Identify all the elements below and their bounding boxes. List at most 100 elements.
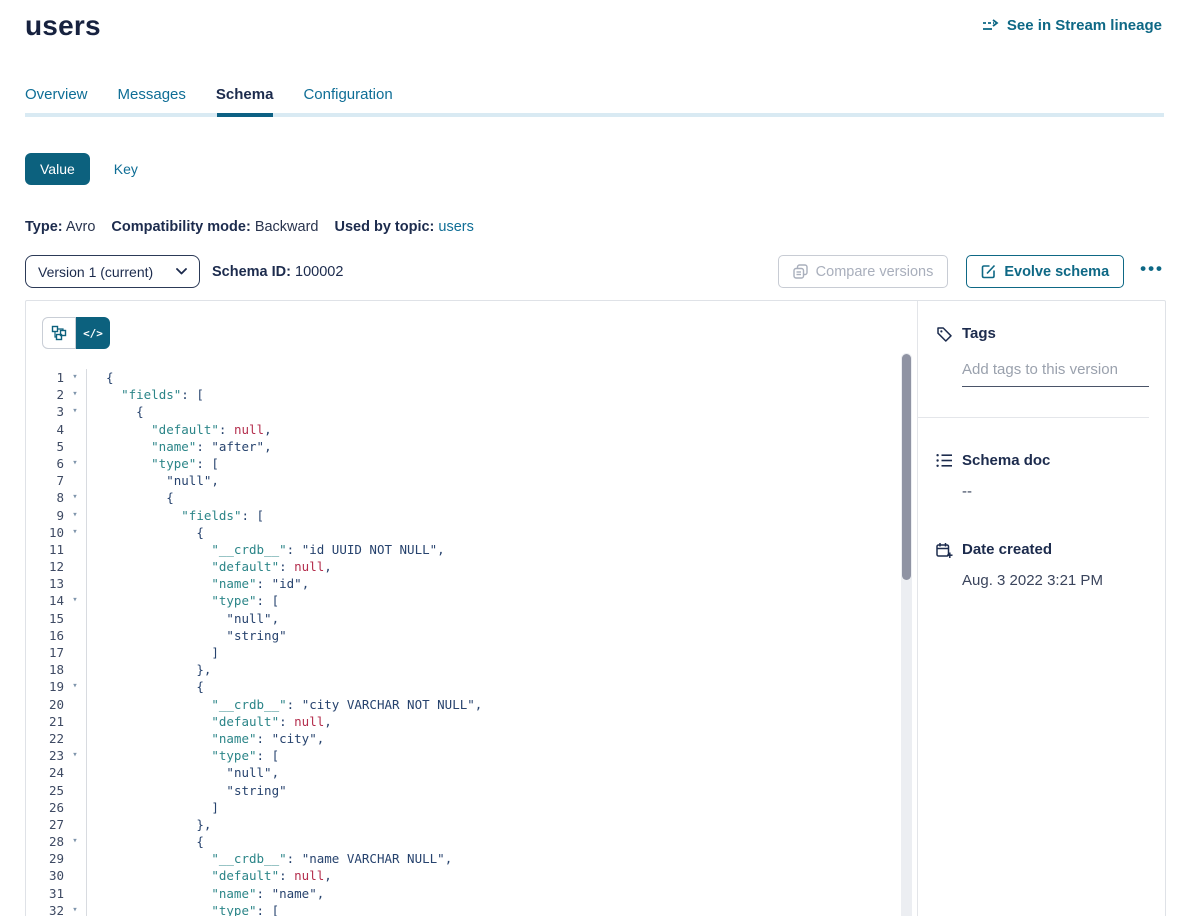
code-text: { (86, 369, 917, 386)
schema-editor[interactable]: </> 1▾{2▾ "fields": [3▾ {4 "default": nu… (26, 301, 918, 916)
code-text: { (86, 403, 917, 420)
schema-id-value: 100002 (295, 264, 343, 280)
evolve-schema-icon (981, 264, 996, 279)
key-toggle-button[interactable]: Key (114, 161, 138, 177)
line-number: 26 (26, 799, 64, 816)
code-line: 4 "default": null, (26, 421, 917, 438)
value-key-toggle: Value Key (25, 153, 1189, 185)
schema-page: users See in Stream lineage Overview Mes… (0, 0, 1189, 916)
code-text: "null", (86, 764, 917, 781)
code-text: "default": null, (86, 713, 917, 730)
list-icon (936, 452, 953, 500)
fold-spacer (64, 764, 86, 781)
schema-doc-section: Schema doc -- (936, 452, 1149, 500)
more-actions-button[interactable]: ••• (1140, 260, 1164, 283)
code-line: 11 "__crdb__": "id UUID NOT NULL", (26, 541, 917, 558)
compare-versions-button[interactable]: Compare versions (778, 255, 949, 288)
code-line: 19▾ { (26, 678, 917, 695)
evolve-schema-button[interactable]: Evolve schema (966, 255, 1124, 288)
fold-toggle-icon[interactable]: ▾ (64, 747, 86, 764)
code-line: 17 ] (26, 644, 917, 661)
compare-versions-label: Compare versions (816, 264, 934, 280)
line-number: 5 (26, 438, 64, 455)
line-number: 13 (26, 575, 64, 592)
topic-link[interactable]: users (438, 219, 473, 235)
code-text: "default": null, (86, 867, 917, 884)
sidebar-divider (918, 417, 1149, 418)
stream-lineage-link[interactable]: See in Stream lineage (983, 17, 1162, 34)
line-number: 1 (26, 369, 64, 386)
code-text: "__crdb__": "city VARCHAR NOT NULL", (86, 696, 917, 713)
schema-id: Schema ID: 100002 (212, 264, 343, 280)
value-toggle-button[interactable]: Value (25, 153, 90, 185)
fold-spacer (64, 421, 86, 438)
line-number: 4 (26, 421, 64, 438)
fold-spacer (64, 730, 86, 747)
fold-spacer (64, 627, 86, 644)
meta-type: Type: Avro (25, 219, 95, 235)
date-created-value: Aug. 3 2022 3:21 PM (962, 572, 1149, 589)
code-text: { (86, 678, 917, 695)
fold-toggle-icon[interactable]: ▾ (64, 507, 86, 524)
line-number: 30 (26, 867, 64, 884)
fold-spacer (64, 782, 86, 799)
code-text: "__crdb__": "name VARCHAR NULL", (86, 850, 917, 867)
code-text: "name": "city", (86, 730, 917, 747)
fold-toggle-icon[interactable]: ▾ (64, 489, 86, 506)
editor-scrollbar[interactable] (901, 353, 912, 916)
fold-toggle-icon[interactable]: ▾ (64, 592, 86, 609)
fold-toggle-icon[interactable]: ▾ (64, 833, 86, 850)
version-select-value: Version 1 (current) (38, 264, 153, 280)
fold-spacer (64, 610, 86, 627)
code-line: 13 "name": "id", (26, 575, 917, 592)
code-line: 1▾{ (26, 369, 917, 386)
code-line: 25 "string" (26, 782, 917, 799)
code-line: 12 "default": null, (26, 558, 917, 575)
code-line: 28▾ { (26, 833, 917, 850)
code-view-button[interactable]: </> (76, 317, 110, 349)
line-number: 20 (26, 696, 64, 713)
code-text: { (86, 489, 917, 506)
code-line: 20 "__crdb__": "city VARCHAR NOT NULL", (26, 696, 917, 713)
fold-toggle-icon[interactable]: ▾ (64, 386, 86, 403)
code-text: "null", (86, 472, 917, 489)
fold-spacer (64, 799, 86, 816)
meta-compatibility: Compatibility mode: Backward (111, 219, 318, 235)
code-text: ] (86, 799, 917, 816)
code-line: 7 "null", (26, 472, 917, 489)
scrollbar-thumb[interactable] (902, 354, 911, 580)
code-text: "string" (86, 782, 917, 799)
fold-toggle-icon[interactable]: ▾ (64, 369, 86, 386)
code-text: "fields": [ (86, 507, 917, 524)
tags-input[interactable] (962, 359, 1149, 387)
fold-toggle-icon[interactable]: ▾ (64, 678, 86, 695)
line-number: 18 (26, 661, 64, 678)
stream-lineage-label: See in Stream lineage (1007, 17, 1162, 34)
fold-toggle-icon[interactable]: ▾ (64, 902, 86, 916)
version-select[interactable]: Version 1 (current) (25, 255, 200, 288)
code-view-icon: </> (83, 327, 103, 340)
line-number: 23 (26, 747, 64, 764)
meta-type-value: Avro (66, 219, 96, 235)
fold-toggle-icon[interactable]: ▾ (64, 455, 86, 472)
fold-spacer (64, 661, 86, 678)
schema-panel: </> 1▾{2▾ "fields": [3▾ {4 "default": nu… (25, 300, 1166, 916)
meta-compat-value: Backward (255, 219, 319, 235)
fold-toggle-icon[interactable]: ▾ (64, 403, 86, 420)
code-text: { (86, 833, 917, 850)
line-number: 19 (26, 678, 64, 695)
line-number: 8 (26, 489, 64, 506)
line-number: 24 (26, 764, 64, 781)
schema-sidebar: Tags Schema doc (918, 301, 1165, 916)
code-area[interactable]: 1▾{2▾ "fields": [3▾ {4 "default": null,5… (26, 369, 917, 916)
line-number: 14 (26, 592, 64, 609)
code-line: 24 "null", (26, 764, 917, 781)
fold-spacer (64, 541, 86, 558)
fold-spacer (64, 713, 86, 730)
tree-view-button[interactable] (42, 317, 76, 349)
fold-toggle-icon[interactable]: ▾ (64, 524, 86, 541)
fold-spacer (64, 816, 86, 833)
editor-view-toggle: </> (42, 317, 110, 349)
code-line: 15 "null", (26, 610, 917, 627)
code-line: 8▾ { (26, 489, 917, 506)
